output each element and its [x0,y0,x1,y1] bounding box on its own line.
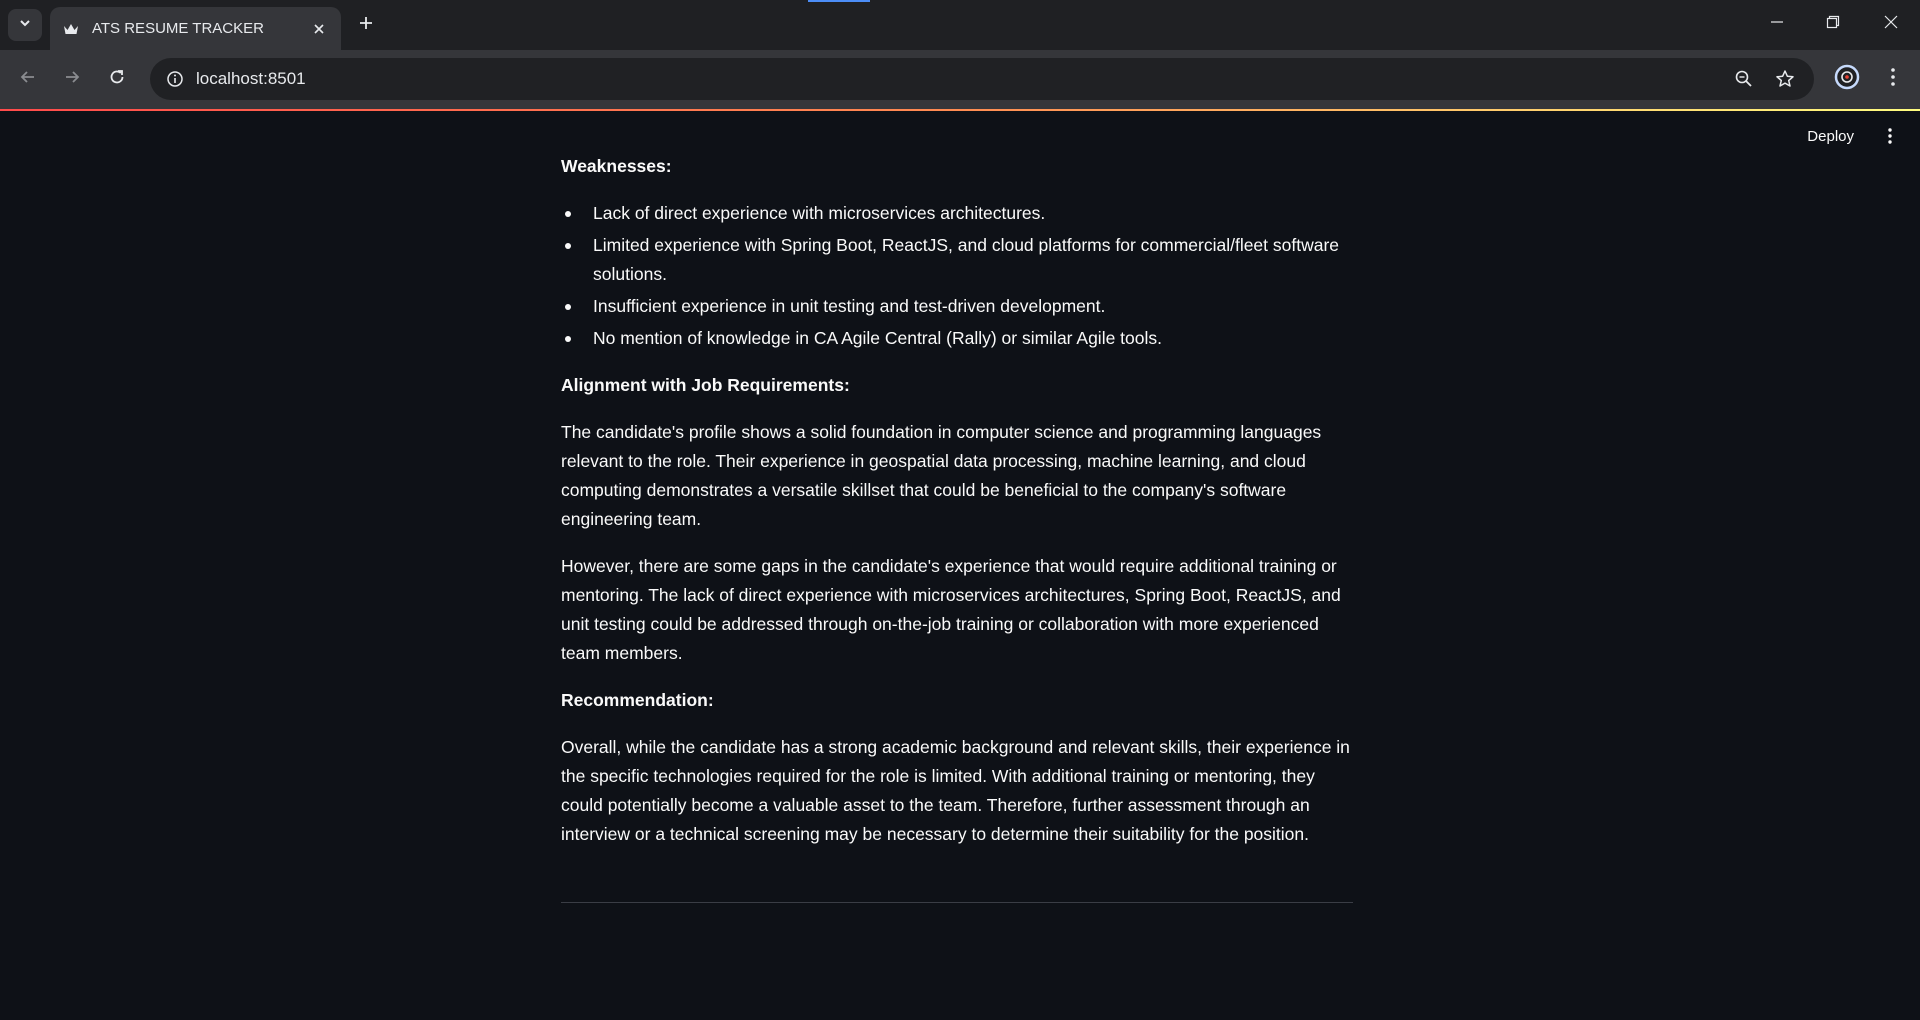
zoom-icon[interactable] [1730,65,1758,93]
deploy-button[interactable]: Deploy [1797,122,1864,151]
address-bar[interactable]: localhost:8501 [150,58,1814,100]
tab-strip-accent [808,0,870,2]
weakness-text: Insufficient experience in unit testing … [593,296,1106,316]
restore-icon [1826,15,1840,34]
weakness-text: Limited experience with Spring Boot, Rea… [593,235,1340,284]
tab-title: ATS RESUME TRACKER [92,20,264,37]
arrow-right-icon [63,68,81,91]
alignment-paragraph: The candidate's profile shows a solid fo… [561,422,1322,529]
bullet-icon [565,336,571,342]
chevron-down-icon [18,16,32,35]
browser-tab-active[interactable]: ATS RESUME TRACKER [50,7,341,50]
list-item: No mention of knowledge in CA Agile Cent… [561,324,1353,353]
bullet-icon [565,211,571,217]
new-tab-button[interactable] [352,11,380,39]
back-button[interactable] [11,62,45,96]
horizontal-divider [561,902,1353,903]
arrow-left-icon [19,68,37,91]
browser-toolbar: localhost:8501 [0,50,1920,109]
site-info-icon[interactable] [160,64,190,94]
bullet-icon [565,304,571,310]
profile-avatar-icon [1834,64,1860,95]
app-main-menu-button[interactable] [1878,121,1902,151]
close-tab-icon[interactable] [307,17,331,41]
recommendation-paragraph: Overall, while the candidate has a stron… [561,737,1350,844]
profile-button[interactable] [1832,64,1862,94]
weakness-text: Lack of direct experience with microserv… [593,203,1046,223]
weaknesses-list: Lack of direct experience with microserv… [561,199,1353,353]
recommendation-heading: Recommendation: [561,690,714,710]
weaknesses-heading: Weaknesses: [561,156,672,176]
url-text[interactable]: localhost:8501 [196,69,306,89]
restore-window-button[interactable] [1811,8,1855,40]
app-decoration-bar [0,109,1920,111]
list-item: Lack of direct experience with microserv… [561,199,1353,228]
kebab-menu-icon [1888,128,1892,144]
bookmark-star-icon[interactable] [1771,65,1799,93]
browser-tab-bar: ATS RESUME TRACKER [0,0,1920,50]
browser-menu-button[interactable] [1878,64,1908,94]
alignment-heading: Alignment with Job Requirements: [561,375,850,395]
list-item: Limited experience with Spring Boot, Rea… [561,231,1353,289]
plus-icon [358,15,374,36]
reload-button[interactable] [100,62,134,96]
close-icon [1884,15,1898,34]
minimize-window-button[interactable] [1755,8,1799,40]
kebab-menu-icon [1890,67,1896,92]
close-window-button[interactable] [1869,8,1913,40]
list-item: Insufficient experience in unit testing … [561,292,1353,321]
minimize-icon [1770,15,1784,34]
forward-button[interactable] [55,62,89,96]
app-header-actions: Deploy [1797,118,1920,154]
alignment-paragraph: However, there are some gaps in the cand… [561,556,1341,663]
tab-search-button[interactable] [8,9,42,41]
resume-analysis-report: Weaknesses: Lack of direct experience wi… [561,152,1353,867]
bullet-icon [565,243,571,249]
weakness-text: No mention of knowledge in CA Agile Cent… [593,328,1163,348]
crown-icon [62,20,80,38]
reload-icon [108,68,126,91]
